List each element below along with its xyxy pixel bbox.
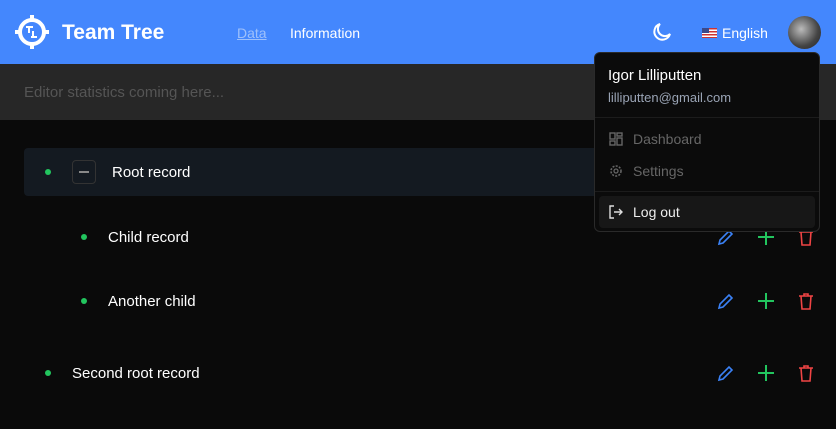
dashboard-icon: [609, 132, 623, 146]
add-icon[interactable]: [756, 291, 776, 311]
avatar[interactable]: [788, 16, 821, 49]
menu-item-settings[interactable]: Settings: [599, 155, 815, 187]
brand-title[interactable]: Team Tree: [62, 21, 164, 45]
logo-icon[interactable]: [15, 15, 49, 49]
menu-label: Settings: [633, 163, 684, 179]
moon-icon[interactable]: [650, 20, 674, 44]
tree-label: Root record: [112, 163, 191, 181]
logout-icon: [609, 205, 623, 219]
user-email: lilliputten@gmail.com: [608, 90, 732, 105]
language-label: English: [722, 25, 768, 41]
nav-information[interactable]: Information: [290, 25, 360, 41]
add-icon[interactable]: [756, 363, 776, 383]
bullet-icon: [45, 169, 51, 175]
collapse-button[interactable]: [72, 160, 96, 184]
bullet-icon: [81, 298, 87, 304]
divider: [595, 117, 819, 118]
tree-row[interactable]: Another child: [24, 277, 816, 325]
tree-label: Child record: [108, 228, 189, 246]
edit-icon[interactable]: [716, 363, 736, 383]
delete-icon[interactable]: [796, 291, 816, 311]
user-menu: Igor Lilliputten lilliputten@gmail.com D…: [594, 52, 820, 232]
nav-data[interactable]: Data: [237, 25, 267, 41]
menu-label: Dashboard: [633, 131, 702, 147]
us-flag-icon: [702, 28, 717, 38]
gear-icon: [610, 165, 622, 177]
divider: [595, 191, 819, 192]
menu-label: Log out: [633, 204, 680, 220]
tree-label: Second root record: [72, 364, 200, 382]
menu-item-dashboard[interactable]: Dashboard: [599, 123, 815, 155]
edit-icon[interactable]: [716, 291, 736, 311]
menu-item-logout[interactable]: Log out: [599, 196, 815, 228]
user-name: Igor Lilliputten: [608, 67, 702, 84]
delete-icon[interactable]: [796, 363, 816, 383]
tree-label: Another child: [108, 292, 196, 310]
tree-row[interactable]: Second root record: [24, 349, 816, 397]
bullet-icon: [45, 370, 51, 376]
bullet-icon: [81, 234, 87, 240]
language-selector[interactable]: English: [702, 25, 768, 41]
